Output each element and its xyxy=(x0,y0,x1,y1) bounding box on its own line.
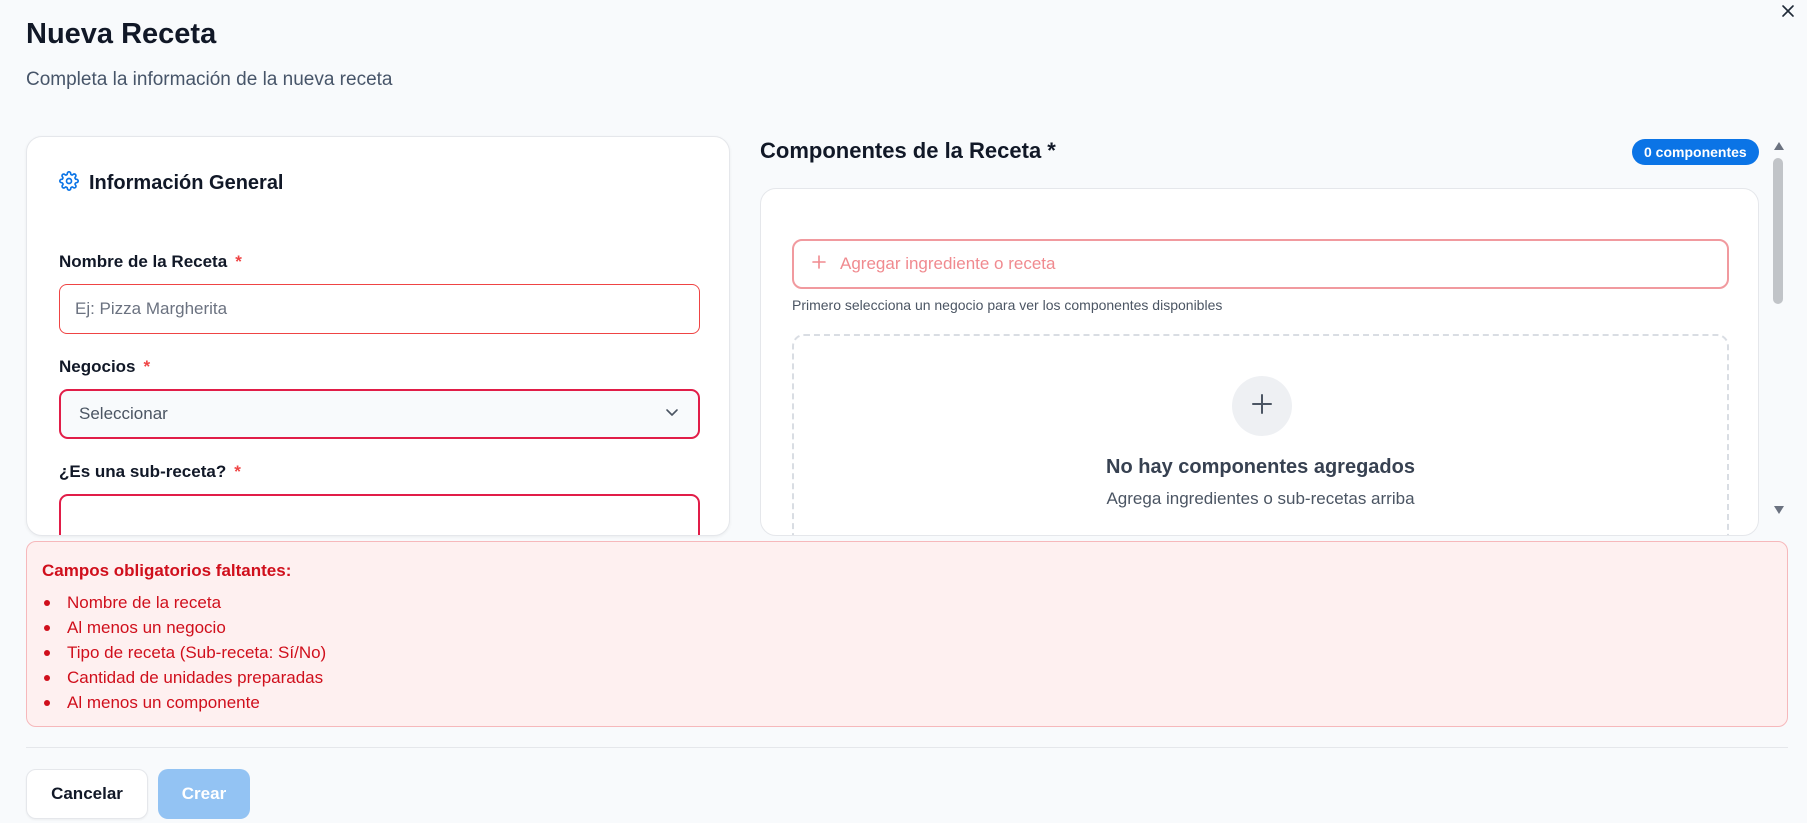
scroll-down-arrow-icon[interactable] xyxy=(1772,504,1786,516)
scrollbar-thumb[interactable] xyxy=(1773,158,1783,304)
recipe-name-label: Nombre de la Receta * xyxy=(59,252,242,272)
business-select[interactable]: Seleccionar xyxy=(59,389,700,439)
business-label: Negocios * xyxy=(59,357,150,377)
chevron-down-icon xyxy=(664,404,680,425)
gear-icon xyxy=(59,171,79,196)
subrecipe-label-text: ¿Es una sub-receta? xyxy=(59,462,227,481)
missing-field-item: Cantidad de unidades preparadas xyxy=(42,665,326,690)
plus-icon xyxy=(1251,393,1273,420)
empty-components-state: No hay componentes agregados Agrega ingr… xyxy=(792,334,1729,535)
missing-fields-title: Campos obligatorios faltantes: xyxy=(42,561,292,580)
general-info-header: Información General xyxy=(59,171,284,196)
business-label-text: Negocios xyxy=(59,357,136,376)
missing-field-item: Al menos un componente xyxy=(42,690,326,715)
missing-field-item: Nombre de la receta xyxy=(42,590,326,615)
empty-state-subtitle: Agrega ingredientes o sub-recetas arriba xyxy=(1106,489,1415,508)
create-button[interactable]: Crear xyxy=(158,769,250,819)
missing-fields-alert: Campos obligatorios faltantes: Nombre de… xyxy=(26,541,1788,727)
recipe-name-input[interactable]: Ej: Pizza Margherita xyxy=(59,284,700,334)
empty-state-title: No hay componentes agregados xyxy=(1106,456,1415,478)
required-marker: * xyxy=(235,252,242,271)
components-hint: Primero selecciona un negocio para ver l… xyxy=(792,297,1223,313)
dialog-title: Nueva Receta xyxy=(26,18,217,50)
add-circle xyxy=(1232,376,1292,436)
cancel-button[interactable]: Cancelar xyxy=(26,769,148,819)
add-component-placeholder: Agregar ingrediente o receta xyxy=(840,254,1056,273)
components-title: Componentes de la Receta * xyxy=(760,138,1056,163)
components-count-badge: 0 componentes xyxy=(1632,139,1759,165)
add-component-input[interactable]: Agregar ingrediente o receta xyxy=(792,239,1729,289)
general-info-title: Información General xyxy=(89,172,284,194)
close-icon[interactable] xyxy=(1779,2,1797,20)
general-info-card: Información General Nombre de la Receta *… xyxy=(26,136,730,536)
dialog-subtitle: Completa la información de la nueva rece… xyxy=(26,69,393,90)
new-recipe-dialog: Nueva Receta Completa la información de … xyxy=(0,0,1807,823)
business-select-value: Seleccionar xyxy=(79,404,168,423)
missing-fields-list: Nombre de la receta Al menos un negocio … xyxy=(42,590,326,715)
scroll-up-arrow-icon[interactable] xyxy=(1772,140,1786,152)
components-card: Agregar ingrediente o receta Primero sel… xyxy=(760,188,1759,536)
required-marker: * xyxy=(143,357,151,376)
missing-field-item: Tipo de receta (Sub-receta: Sí/No) xyxy=(42,640,326,665)
subrecipe-label: ¿Es una sub-receta? * xyxy=(59,462,241,482)
required-marker: * xyxy=(234,462,241,481)
missing-field-item: Al menos un negocio xyxy=(42,615,326,640)
recipe-name-label-text: Nombre de la Receta xyxy=(59,252,228,271)
footer-divider xyxy=(26,747,1788,748)
subrecipe-select[interactable] xyxy=(59,494,700,535)
plus-icon xyxy=(812,254,826,274)
